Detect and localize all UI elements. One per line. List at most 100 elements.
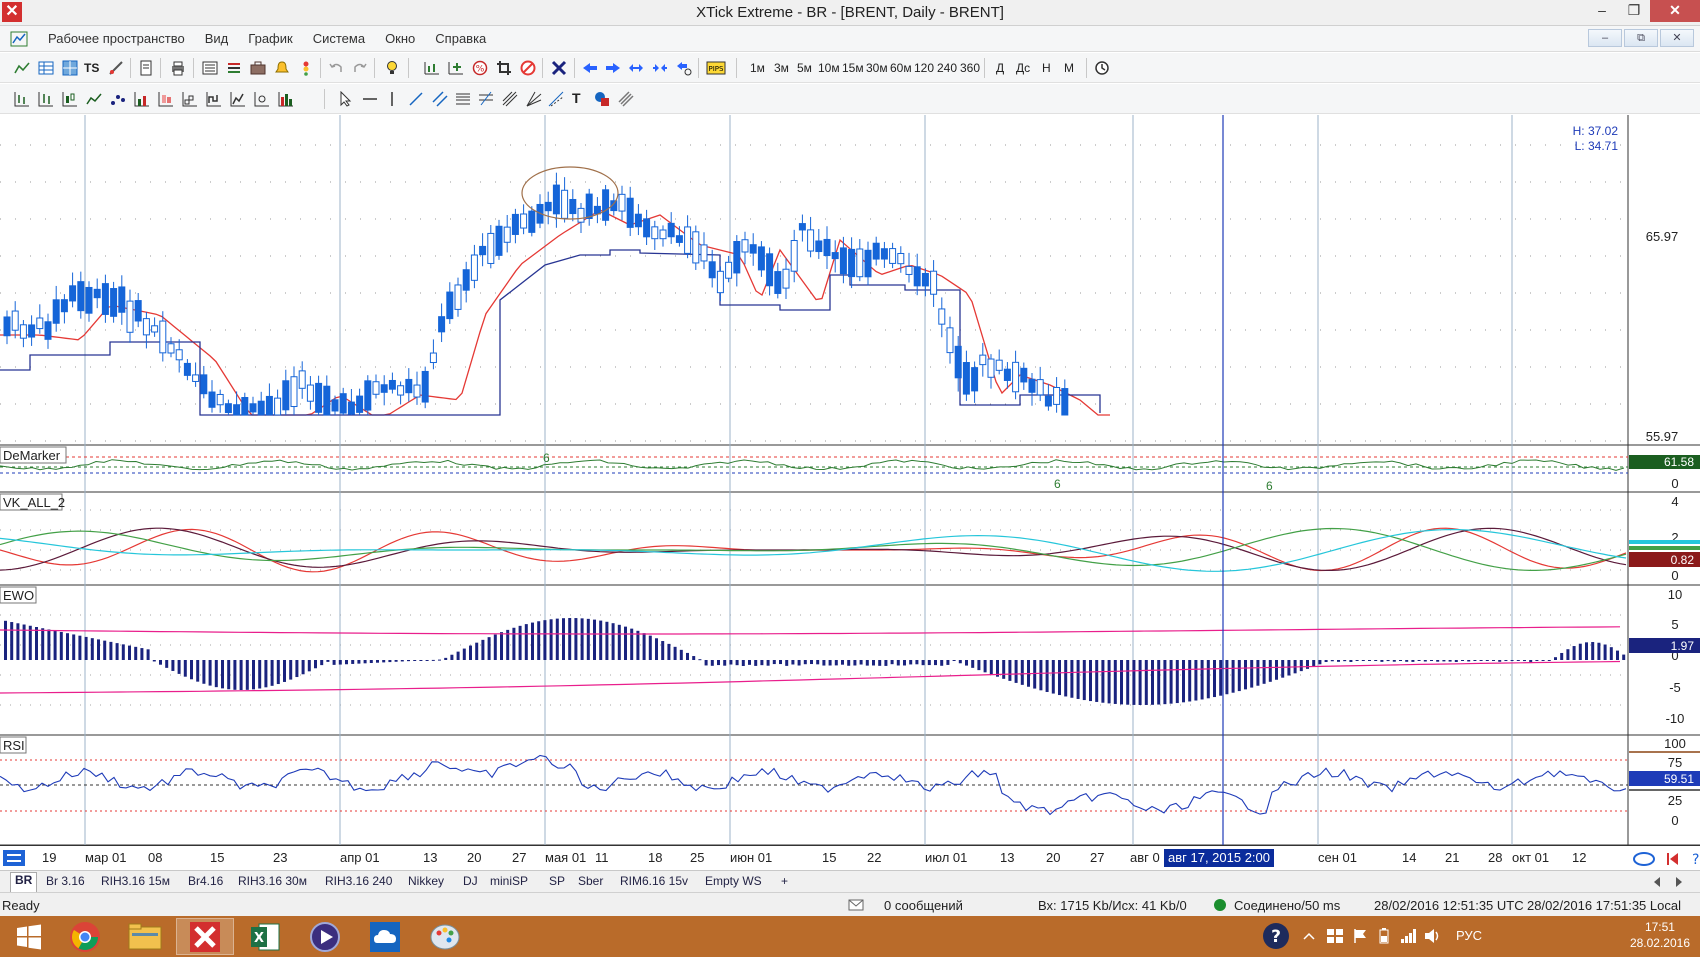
chart-area[interactable]: H: 37.02 L: 34.71 65.97 55.97 DeMarker 6…: [0, 115, 1700, 870]
table-icon[interactable]: [38, 60, 54, 76]
taskbar-explorer[interactable]: [116, 918, 174, 955]
histogram-chart-icon[interactable]: [278, 91, 294, 107]
menu-system[interactable]: Система: [303, 31, 375, 46]
demarker-label[interactable]: DeMarker: [3, 448, 61, 463]
tab-rih3-16-30m[interactable]: RIH3.16 30м: [238, 874, 307, 888]
timeframe-5m[interactable]: 5м: [797, 61, 812, 75]
ts-button[interactable]: TS: [84, 61, 99, 75]
taskbar-excel[interactable]: X: [236, 918, 294, 955]
shapes-icon[interactable]: [594, 91, 610, 107]
connect-icon[interactable]: [108, 60, 124, 76]
period-month[interactable]: М: [1064, 61, 1074, 75]
taskbar-media-player[interactable]: [296, 918, 354, 955]
tab-dj[interactable]: DJ: [463, 874, 478, 888]
grid-icon[interactable]: [62, 60, 78, 76]
status-messages[interactable]: 0 сообщений: [884, 898, 963, 913]
candlestick-chart-icon[interactable]: [62, 91, 78, 107]
scroll-right-icon[interactable]: [605, 60, 621, 76]
taskbar-clock[interactable]: 17:51 28.02.2016: [1630, 919, 1690, 951]
chart-window-icon[interactable]: [10, 31, 28, 47]
menu-workspace[interactable]: Рабочее пространство: [38, 31, 195, 46]
trend-line-icon[interactable]: [408, 91, 424, 107]
parallel-lines-icon[interactable]: [618, 91, 634, 107]
mdi-minimize-button[interactable]: –: [1588, 29, 1622, 47]
bar-chart-type-icon[interactable]: [14, 91, 30, 107]
period-day[interactable]: Д: [996, 61, 1004, 75]
restore-button[interactable]: ❐: [1618, 0, 1650, 22]
taskbar-chrome[interactable]: [56, 918, 114, 955]
tab-sp[interactable]: SP: [549, 874, 565, 888]
taskbar-onedrive[interactable]: [356, 918, 414, 955]
fibonacci-levels-icon[interactable]: [455, 91, 471, 107]
add-indicator-icon[interactable]: [448, 60, 464, 76]
point-figure-chart-icon[interactable]: [230, 91, 246, 107]
tab-empty-ws[interactable]: Empty WS: [705, 874, 762, 888]
gann-fan-icon[interactable]: [526, 91, 542, 107]
tab-rih3-16-15m[interactable]: RIH3.16 15м: [101, 874, 170, 888]
compress-horizontal-icon[interactable]: [652, 60, 668, 76]
expand-horizontal-icon[interactable]: [628, 60, 644, 76]
percent-icon[interactable]: %: [472, 60, 488, 76]
kagi-chart-icon[interactable]: [206, 91, 222, 107]
tray-windows-icon[interactable]: [1326, 928, 1344, 944]
scroll-left-icon[interactable]: [582, 60, 598, 76]
timeframe-120[interactable]: 120: [914, 61, 934, 75]
messages-envelope-icon[interactable]: [848, 899, 864, 911]
timeframe-1m[interactable]: 1м: [750, 61, 765, 75]
timeframe-60m[interactable]: 60м: [890, 61, 912, 75]
delete-object-icon[interactable]: [520, 60, 536, 76]
timeframe-30m[interactable]: 30м: [866, 61, 888, 75]
tab-br[interactable]: BR: [10, 872, 38, 892]
andrews-pitchfork-icon[interactable]: [502, 91, 518, 107]
timeframe-15m[interactable]: 15м: [842, 61, 864, 75]
tab-br-3-16[interactable]: Br 3.16: [46, 874, 85, 888]
rsi-label[interactable]: RSI: [3, 738, 25, 753]
line-chart-icon[interactable]: [14, 60, 30, 76]
redo-icon[interactable]: [352, 60, 368, 76]
vertical-line-icon[interactable]: [384, 91, 400, 107]
cursor-arrow-icon[interactable]: [338, 91, 354, 107]
auto-scroll-icon[interactable]: [676, 60, 692, 76]
timeframe-360[interactable]: 360: [960, 61, 980, 75]
document-icon[interactable]: [138, 60, 154, 76]
pips-icon[interactable]: PIPS: [706, 60, 726, 76]
period-week[interactable]: Н: [1042, 61, 1051, 75]
tab-add-button[interactable]: +: [781, 874, 788, 888]
mdi-restore-button[interactable]: ⧉: [1624, 29, 1658, 47]
tab-br4-16[interactable]: Br4.16: [188, 874, 223, 888]
menu-chart[interactable]: График: [238, 31, 302, 46]
speed-lines-icon[interactable]: [548, 91, 564, 107]
cluster-chart-icon[interactable]: [158, 91, 174, 107]
help-lightbulb-icon[interactable]: [384, 60, 400, 76]
close-button[interactable]: ✕: [1650, 0, 1700, 22]
mdi-close-button[interactable]: ✕: [1660, 29, 1694, 47]
tab-nikkey[interactable]: Nikkey: [408, 874, 444, 888]
profile-chart-icon[interactable]: [254, 91, 270, 107]
chart-svg[interactable]: H: 37.02 L: 34.71 65.97 55.97 DeMarker 6…: [0, 115, 1700, 845]
ohlc-chart-icon[interactable]: [38, 91, 54, 107]
tray-flag-icon[interactable]: [1352, 928, 1368, 944]
timeframe-10m[interactable]: 10м: [818, 61, 840, 75]
renko-chart-icon[interactable]: [182, 91, 198, 107]
orderbook-icon[interactable]: [226, 60, 242, 76]
period-day-session[interactable]: Дс: [1016, 61, 1030, 75]
horizontal-line-icon[interactable]: [362, 91, 378, 107]
help-circle-icon[interactable]: ?: [1262, 922, 1290, 950]
tray-expand-icon[interactable]: [1302, 931, 1316, 941]
chart-nav-icons[interactable]: ?: [1630, 850, 1700, 868]
menu-window[interactable]: Окно: [375, 31, 425, 46]
tab-minisp[interactable]: miniSP: [490, 874, 528, 888]
workspace-list-icon[interactable]: [2, 849, 26, 867]
crop-icon[interactable]: [496, 60, 512, 76]
timeframe-3m[interactable]: 3м: [774, 61, 789, 75]
text-tool[interactable]: T: [572, 90, 581, 106]
clock-sync-icon[interactable]: [1094, 60, 1110, 76]
tab-rih3-16-240[interactable]: RIH3.16 240: [325, 874, 392, 888]
timeframe-240[interactable]: 240: [937, 61, 957, 75]
tab-rim6-16-15v[interactable]: RIM6.16 15v: [620, 874, 688, 888]
list-view-icon[interactable]: [202, 60, 218, 76]
dot-chart-icon[interactable]: [110, 91, 126, 107]
taskbar-xtick[interactable]: [176, 918, 234, 955]
vk-all-label[interactable]: VK_ALL_2: [3, 495, 65, 510]
alert-bell-icon[interactable]: [274, 60, 290, 76]
